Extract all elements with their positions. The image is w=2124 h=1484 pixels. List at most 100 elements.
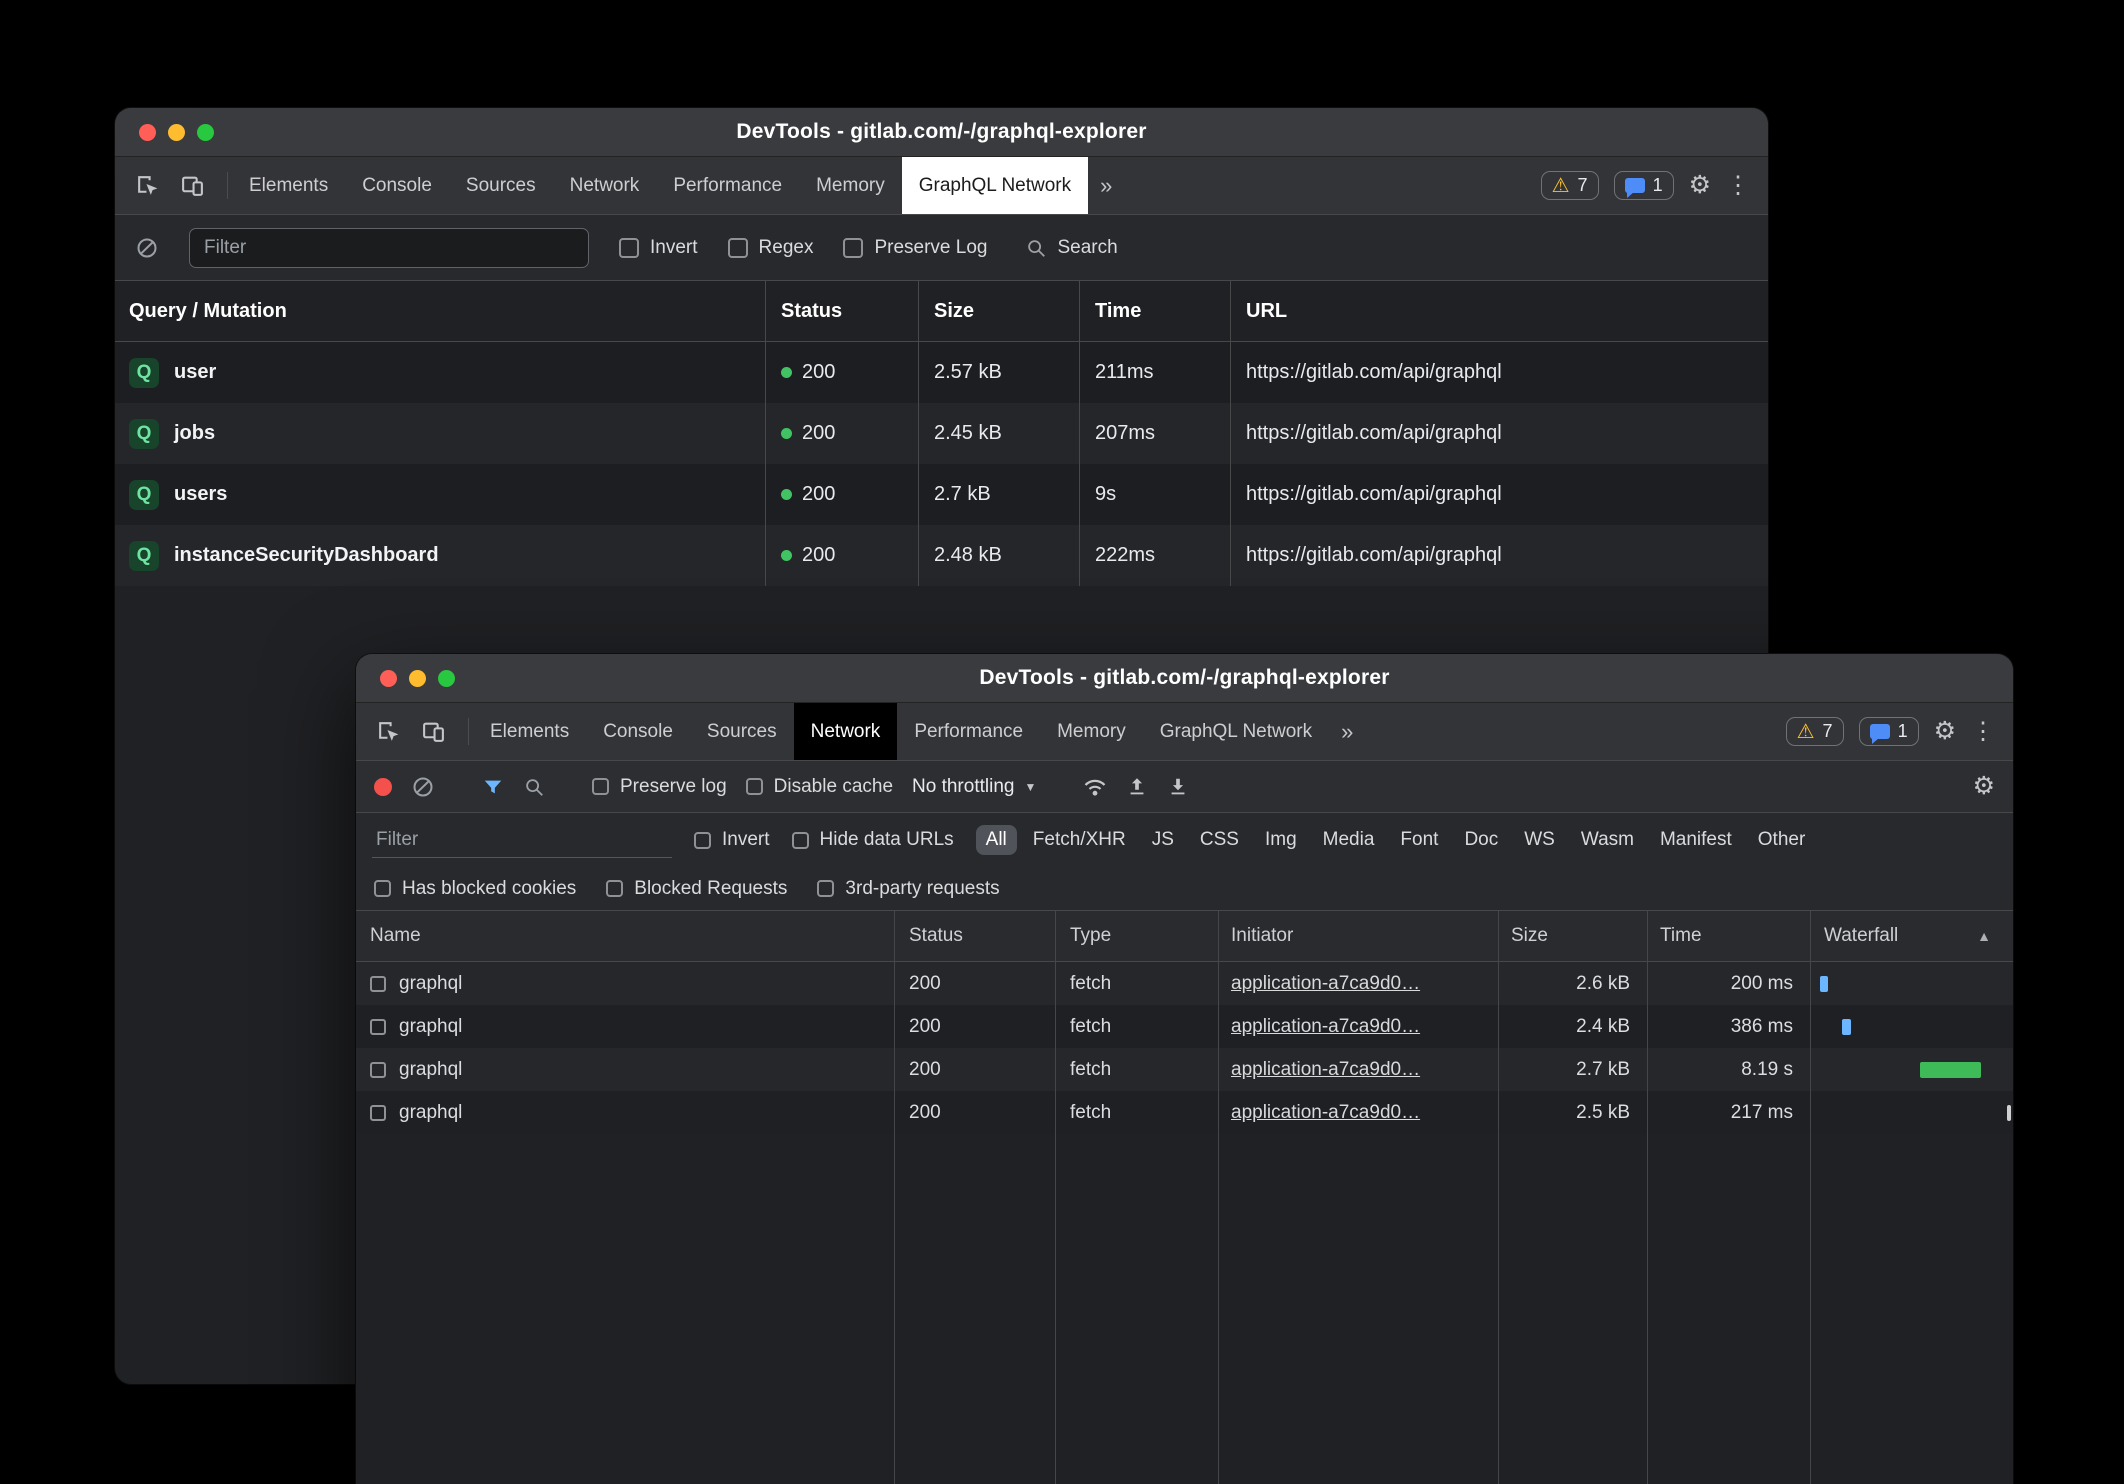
initiator-link[interactable]: application-a7ca9d0… [1231, 1059, 1420, 1080]
inspect-element-icon[interactable] [376, 719, 401, 744]
row-checkbox[interactable] [370, 1105, 386, 1121]
filter-funnel-icon[interactable] [482, 776, 504, 798]
issues-badge[interactable]: 1 [1859, 717, 1919, 746]
row-checkbox[interactable] [370, 1019, 386, 1035]
request-row[interactable]: graphql 200 fetch application-a7ca9d0… 2… [356, 1005, 2013, 1048]
tab-sources[interactable]: Sources [449, 157, 553, 214]
initiator-link[interactable]: application-a7ca9d0… [1231, 1016, 1420, 1037]
issues-badge[interactable]: 1 [1614, 171, 1674, 200]
col-status[interactable]: Status [894, 925, 1055, 947]
minimize-window-button[interactable] [168, 124, 185, 141]
throttling-dropdown[interactable]: No throttling ▼ [912, 776, 1036, 798]
network-conditions-icon[interactable] [1083, 777, 1107, 797]
filter-chip-img[interactable]: Img [1255, 825, 1307, 855]
zoom-window-button[interactable] [197, 124, 214, 141]
clear-icon[interactable] [411, 775, 435, 799]
col-time[interactable]: Time [1647, 925, 1810, 947]
disable-cache-checkbox[interactable]: Disable cache [746, 776, 893, 798]
has-blocked-cookies-checkbox[interactable]: Has blocked cookies [374, 878, 576, 900]
col-name[interactable]: Name [356, 925, 894, 947]
preserve-log-checkbox[interactable]: Preserve Log [843, 237, 987, 259]
search-icon[interactable] [523, 776, 545, 798]
col-initiator[interactable]: Initiator [1218, 925, 1498, 947]
row-checkbox[interactable] [370, 976, 386, 992]
checkbox-icon[interactable] [592, 778, 609, 795]
title-bar[interactable]: DevTools - gitlab.com/-/graphql-explorer [356, 654, 2013, 703]
filter-chip-font[interactable]: Font [1390, 825, 1448, 855]
filter-chip-doc[interactable]: Doc [1454, 825, 1508, 855]
close-window-button[interactable] [139, 124, 156, 141]
checkbox-icon[interactable] [374, 880, 391, 897]
filter-chip-fetch-xhr[interactable]: Fetch/XHR [1023, 825, 1136, 855]
tab-graphql-network[interactable]: GraphQL Network [902, 157, 1088, 214]
filter-chip-manifest[interactable]: Manifest [1650, 825, 1742, 855]
tab-graphql-network[interactable]: GraphQL Network [1143, 703, 1329, 760]
minimize-window-button[interactable] [409, 670, 426, 687]
record-network-log-button[interactable] [374, 778, 392, 796]
col-size[interactable]: Size [1498, 925, 1647, 947]
filter-chip-js[interactable]: JS [1142, 825, 1184, 855]
tab-memory[interactable]: Memory [1040, 703, 1143, 760]
checkbox-icon[interactable] [817, 880, 834, 897]
query-row[interactable]: Q jobs 200 2.45 kB 207ms https://gitlab.… [115, 403, 1768, 464]
title-bar[interactable]: DevTools - gitlab.com/-/graphql-explorer [115, 108, 1768, 157]
more-tabs-icon[interactable]: » [1088, 157, 1124, 214]
close-window-button[interactable] [380, 670, 397, 687]
inspect-element-icon[interactable] [135, 173, 160, 198]
col-waterfall[interactable]: Waterfall ▲ [1810, 925, 2013, 947]
filter-chip-other[interactable]: Other [1748, 825, 1816, 855]
import-har-icon[interactable] [1167, 776, 1189, 798]
col-url[interactable]: URL [1230, 300, 1768, 323]
tab-elements[interactable]: Elements [473, 703, 586, 760]
filter-chip-media[interactable]: Media [1313, 825, 1385, 855]
query-row[interactable]: Q instanceSecurityDashboard 200 2.48 kB … [115, 525, 1768, 586]
tab-sources[interactable]: Sources [690, 703, 794, 760]
filter-chip-wasm[interactable]: Wasm [1571, 825, 1644, 855]
checkbox-icon[interactable] [728, 238, 748, 258]
kebab-menu-icon[interactable]: ⋮ [1971, 720, 1995, 744]
tab-performance[interactable]: Performance [897, 703, 1040, 760]
col-time[interactable]: Time [1079, 300, 1230, 323]
checkbox-icon[interactable] [792, 832, 809, 849]
settings-gear-icon[interactable]: ⚙ [1689, 173, 1711, 198]
export-har-icon[interactable] [1126, 776, 1148, 798]
device-toolbar-icon[interactable] [421, 719, 446, 744]
query-row[interactable]: Q user 200 2.57 kB 211ms https://gitlab.… [115, 342, 1768, 403]
checkbox-icon[interactable] [619, 238, 639, 258]
initiator-link[interactable]: application-a7ca9d0… [1231, 973, 1420, 994]
col-type[interactable]: Type [1055, 925, 1218, 947]
warnings-badge[interactable]: ⚠ 7 [1786, 717, 1844, 746]
filter-chip-ws[interactable]: WS [1514, 825, 1565, 855]
row-checkbox[interactable] [370, 1062, 386, 1078]
filter-chip-all[interactable]: All [976, 825, 1017, 855]
checkbox-icon[interactable] [606, 880, 623, 897]
warnings-badge[interactable]: ⚠ 7 [1541, 171, 1599, 200]
tab-network[interactable]: Network [553, 157, 657, 214]
tab-performance[interactable]: Performance [656, 157, 799, 214]
search-control[interactable]: Search [1025, 237, 1117, 259]
tab-console[interactable]: Console [345, 157, 449, 214]
filter-input[interactable] [372, 823, 672, 858]
preserve-log-checkbox[interactable]: Preserve log [592, 776, 727, 798]
checkbox-icon[interactable] [694, 832, 711, 849]
request-row[interactable]: graphql 200 fetch application-a7ca9d0… 2… [356, 1048, 2013, 1091]
tab-network[interactable]: Network [794, 703, 898, 760]
device-toolbar-icon[interactable] [180, 173, 205, 198]
kebab-menu-icon[interactable]: ⋮ [1726, 174, 1750, 198]
initiator-link[interactable]: application-a7ca9d0… [1231, 1102, 1420, 1123]
request-row[interactable]: graphql 200 fetch application-a7ca9d0… 2… [356, 1091, 2013, 1134]
query-row[interactable]: Q users 200 2.7 kB 9s https://gitlab.com… [115, 464, 1768, 525]
settings-gear-icon[interactable]: ⚙ [1934, 719, 1956, 744]
zoom-window-button[interactable] [438, 670, 455, 687]
request-row[interactable]: graphql 200 fetch application-a7ca9d0… 2… [356, 962, 2013, 1005]
network-settings-gear-icon[interactable]: ⚙ [1973, 774, 1995, 799]
clear-icon[interactable] [135, 236, 159, 260]
hide-data-urls-checkbox[interactable]: Hide data URLs [792, 829, 954, 851]
tab-console[interactable]: Console [586, 703, 690, 760]
col-status[interactable]: Status [765, 300, 918, 323]
filter-chip-css[interactable]: CSS [1190, 825, 1249, 855]
more-tabs-icon[interactable]: » [1329, 703, 1365, 760]
third-party-requests-checkbox[interactable]: 3rd-party requests [817, 878, 999, 900]
checkbox-icon[interactable] [843, 238, 863, 258]
tab-elements[interactable]: Elements [232, 157, 345, 214]
